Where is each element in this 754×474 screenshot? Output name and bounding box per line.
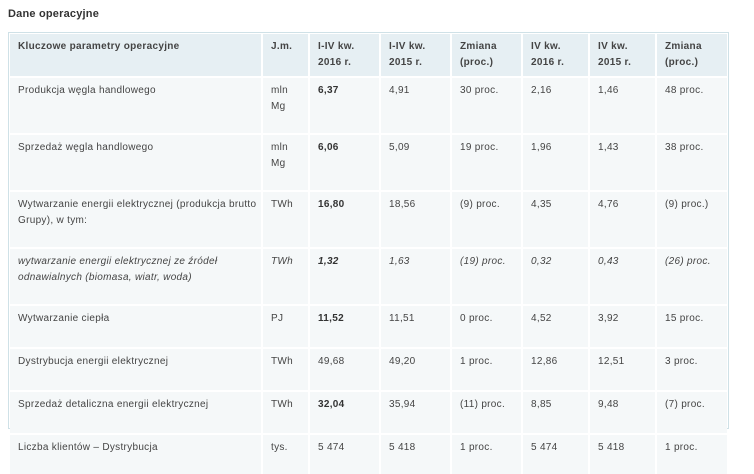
- cell-parameter: Wytwarzanie ciepła: [10, 304, 263, 348]
- header-parameter: Kluczowe parametry operacyjne: [10, 34, 263, 77]
- cell-unit: TWh: [262, 390, 310, 434]
- cell-ytd-change: 1 proc.: [451, 433, 523, 474]
- table-row: Sprzedaż węgla handlowego mln Mg 6,06 5,…: [10, 133, 727, 191]
- cell-q4-change: (26) proc.: [656, 247, 727, 305]
- cell-ytd-2015: 4,91: [380, 76, 452, 134]
- cell-ytd-2016: 32,04: [309, 390, 381, 434]
- cell-q4-2016: 4,52: [522, 304, 590, 348]
- cell-ytd-change: 30 proc.: [451, 76, 523, 134]
- cell-ytd-2016: 6,37: [309, 76, 381, 134]
- cell-unit: mln Mg: [262, 133, 310, 191]
- cell-ytd-2016: 16,80: [309, 190, 381, 248]
- cell-q4-change: 48 proc.: [656, 76, 727, 134]
- cell-ytd-2016: 1,32: [309, 247, 381, 305]
- cell-q4-2015: 9,48: [589, 390, 657, 434]
- cell-parameter: Wytwarzanie energii elektrycznej (produk…: [10, 190, 263, 248]
- cell-ytd-2015: 49,20: [380, 347, 452, 391]
- operational-data-table-frame: Kluczowe parametry operacyjne J.m. I-IV …: [8, 32, 729, 474]
- cell-ytd-2015: 1,63: [380, 247, 452, 305]
- cell-parameter: wytwarzanie energii elektrycznej ze źród…: [10, 247, 263, 305]
- cell-ytd-2015: 18,56: [380, 190, 452, 248]
- header-q4-2016: IV kw. 2016 r.: [522, 34, 590, 77]
- table-row: Wytwarzanie energii elektrycznej (produk…: [10, 190, 727, 248]
- cell-ytd-2015: 35,94: [380, 390, 452, 434]
- table-row: Wytwarzanie ciepła PJ 11,52 11,51 0 proc…: [10, 304, 727, 348]
- cell-q4-2016: 8,85: [522, 390, 590, 434]
- cell-ytd-2016: 5 474: [309, 433, 381, 474]
- cell-ytd-change: 1 proc.: [451, 347, 523, 391]
- cell-q4-2015: 1,46: [589, 76, 657, 134]
- header-ytd-2016: I-IV kw. 2016 r.: [309, 34, 381, 77]
- cell-ytd-2016: 49,68: [309, 347, 381, 391]
- cell-parameter: Dystrybucja energii elektrycznej: [10, 347, 263, 391]
- cell-ytd-change: (11) proc.: [451, 390, 523, 434]
- cell-q4-change: 3 proc.: [656, 347, 727, 391]
- cell-parameter: Sprzedaż węgla handlowego: [10, 133, 263, 191]
- cell-parameter: Produkcja węgla handlowego: [10, 76, 263, 134]
- cell-q4-change: 15 proc.: [656, 304, 727, 348]
- cell-q4-2016: 0,32: [522, 247, 590, 305]
- table-header-row: Kluczowe parametry operacyjne J.m. I-IV …: [10, 34, 727, 77]
- cell-q4-2016: 4,35: [522, 190, 590, 248]
- header-ytd-change: Zmiana (proc.): [451, 34, 523, 77]
- header-unit: J.m.: [262, 34, 310, 77]
- cell-parameter: Sprzedaż detaliczna energii elektrycznej: [10, 390, 263, 434]
- header-q4-2015: IV kw. 2015 r.: [589, 34, 657, 77]
- cell-unit: TWh: [262, 190, 310, 248]
- cell-unit: TWh: [262, 347, 310, 391]
- cell-q4-2015: 0,43: [589, 247, 657, 305]
- cell-q4-2015: 3,92: [589, 304, 657, 348]
- cell-ytd-change: 0 proc.: [451, 304, 523, 348]
- cell-unit: mln Mg: [262, 76, 310, 134]
- header-ytd-2015: I-IV kw. 2015 r.: [380, 34, 452, 77]
- cell-ytd-2016: 6,06: [309, 133, 381, 191]
- cell-ytd-change: 19 proc.: [451, 133, 523, 191]
- cell-ytd-2016: 11,52: [309, 304, 381, 348]
- cell-unit: tys.: [262, 433, 310, 474]
- cell-q4-2015: 12,51: [589, 347, 657, 391]
- cell-ytd-change: (19) proc.: [451, 247, 523, 305]
- cell-ytd-2015: 11,51: [380, 304, 452, 348]
- operational-data-table: Kluczowe parametry operacyjne J.m. I-IV …: [10, 34, 727, 474]
- cell-unit: PJ: [262, 304, 310, 348]
- cell-ytd-2015: 5 418: [380, 433, 452, 474]
- table-row: Sprzedaż detaliczna energii elektrycznej…: [10, 390, 727, 434]
- cell-q4-2015: 4,76: [589, 190, 657, 248]
- table-row: Produkcja węgla handlowego mln Mg 6,37 4…: [10, 76, 727, 134]
- table-row: wytwarzanie energii elektrycznej ze źród…: [10, 247, 727, 305]
- cell-q4-2016: 5 474: [522, 433, 590, 474]
- cell-ytd-2015: 5,09: [380, 133, 452, 191]
- cell-unit: TWh: [262, 247, 310, 305]
- cell-q4-change: 1 proc.: [656, 433, 727, 474]
- cell-q4-change: 38 proc.: [656, 133, 727, 191]
- cell-q4-2016: 1,96: [522, 133, 590, 191]
- cell-q4-change: (7) proc.: [656, 390, 727, 434]
- section-title: Dane operacyjne: [8, 8, 100, 20]
- cell-q4-change: (9) proc.): [656, 190, 727, 248]
- cell-parameter: Liczba klientów – Dystrybucja: [10, 433, 263, 474]
- cell-q4-2016: 2,16: [522, 76, 590, 134]
- cell-ytd-change: (9) proc.: [451, 190, 523, 248]
- header-q4-change: Zmiana (proc.): [656, 34, 727, 77]
- cell-q4-2015: 5 418: [589, 433, 657, 474]
- table-row: Dystrybucja energii elektrycznej TWh 49,…: [10, 347, 727, 391]
- cell-q4-2015: 1,43: [589, 133, 657, 191]
- table-row: Liczba klientów – Dystrybucja tys. 5 474…: [10, 433, 727, 474]
- cell-q4-2016: 12,86: [522, 347, 590, 391]
